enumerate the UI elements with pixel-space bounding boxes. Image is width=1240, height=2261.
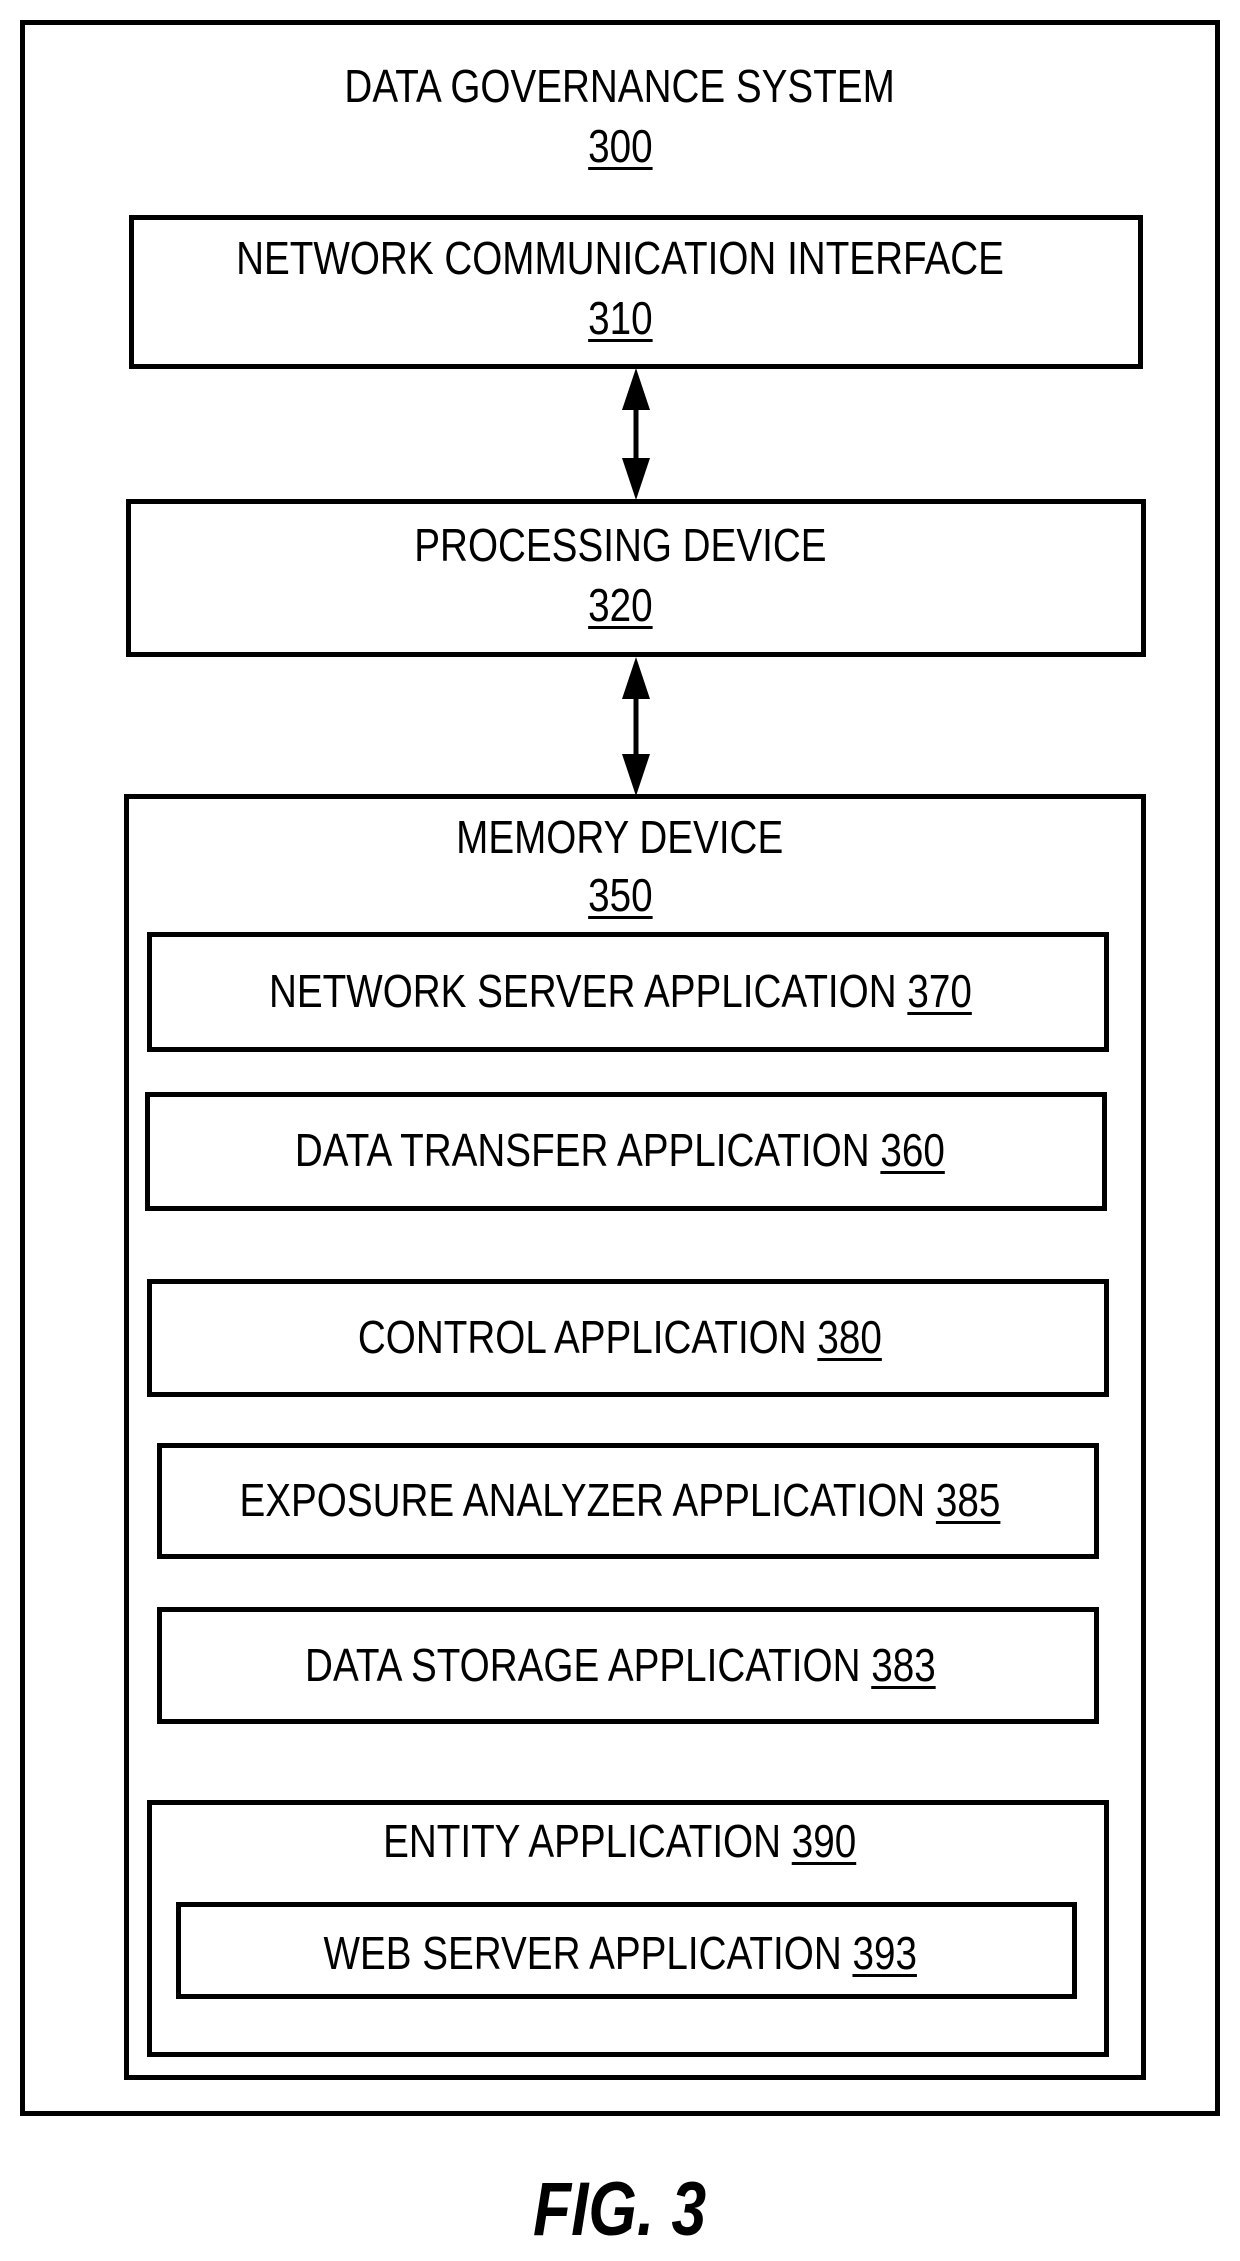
memory-device-ref-number: 350: [587, 869, 653, 921]
network-interface-title-text: NETWORK COMMUNICATION INTERFACE: [236, 232, 1004, 284]
network-server-application-title: NETWORK SERVER APPLICATION: [268, 965, 897, 1017]
web-server-application-ref: 393: [852, 1927, 917, 1979]
processing-device-ref-number: 320: [587, 579, 653, 631]
bidirectional-arrow-icon: [622, 657, 650, 796]
processing-device-title: PROCESSING DEVICE: [0, 522, 1240, 568]
system-ref-number: 300: [587, 120, 653, 172]
bidirectional-arrow-icon: [622, 368, 650, 500]
network-interface-ref: 310: [0, 295, 1240, 341]
processing-device-title-text: PROCESSING DEVICE: [413, 519, 827, 571]
data-storage-application-ref: 383: [870, 1639, 936, 1691]
exposure-analyzer-application-label: EXPOSURE ANALYZER APPLICATION 385: [0, 1477, 1240, 1523]
system-title: DATA GOVERNANCE SYSTEM: [0, 63, 1240, 109]
data-storage-application-label: DATA STORAGE APPLICATION 383: [0, 1642, 1240, 1688]
figure-caption-text: FIG. 3: [533, 2167, 707, 2252]
network-server-application-label: NETWORK SERVER APPLICATION 370: [0, 968, 1240, 1014]
figure-caption: FIG. 3: [0, 2172, 1240, 2248]
entity-application-label: ENTITY APPLICATION 390: [0, 1818, 1240, 1864]
data-transfer-application-label: DATA TRANSFER APPLICATION 360: [0, 1127, 1240, 1173]
control-application-title: CONTROL APPLICATION: [358, 1311, 807, 1363]
system-ref: 300: [0, 123, 1240, 169]
memory-device-title: MEMORY DEVICE: [0, 814, 1240, 860]
web-server-application-title: WEB SERVER APPLICATION: [323, 1927, 842, 1979]
system-title-text: DATA GOVERNANCE SYSTEM: [344, 60, 896, 112]
data-transfer-application-ref: 360: [880, 1124, 945, 1176]
control-application-label: CONTROL APPLICATION 380: [0, 1314, 1240, 1360]
network-interface-ref-number: 310: [587, 292, 653, 344]
network-interface-title: NETWORK COMMUNICATION INTERFACE: [0, 235, 1240, 281]
data-storage-application-title: DATA STORAGE APPLICATION: [304, 1639, 861, 1691]
memory-device-ref: 350: [0, 872, 1240, 918]
network-server-application-ref: 370: [906, 965, 972, 1017]
entity-application-title: ENTITY APPLICATION: [383, 1815, 782, 1867]
memory-device-title-text: MEMORY DEVICE: [456, 811, 784, 863]
processing-device-ref: 320: [0, 582, 1240, 628]
exposure-analyzer-application-ref: 385: [935, 1474, 1001, 1526]
web-server-application-label: WEB SERVER APPLICATION 393: [0, 1930, 1240, 1976]
exposure-analyzer-application-title: EXPOSURE ANALYZER APPLICATION: [239, 1474, 926, 1526]
control-application-ref: 380: [817, 1311, 882, 1363]
entity-application-ref: 390: [792, 1815, 857, 1867]
data-transfer-application-title: DATA TRANSFER APPLICATION: [295, 1124, 870, 1176]
